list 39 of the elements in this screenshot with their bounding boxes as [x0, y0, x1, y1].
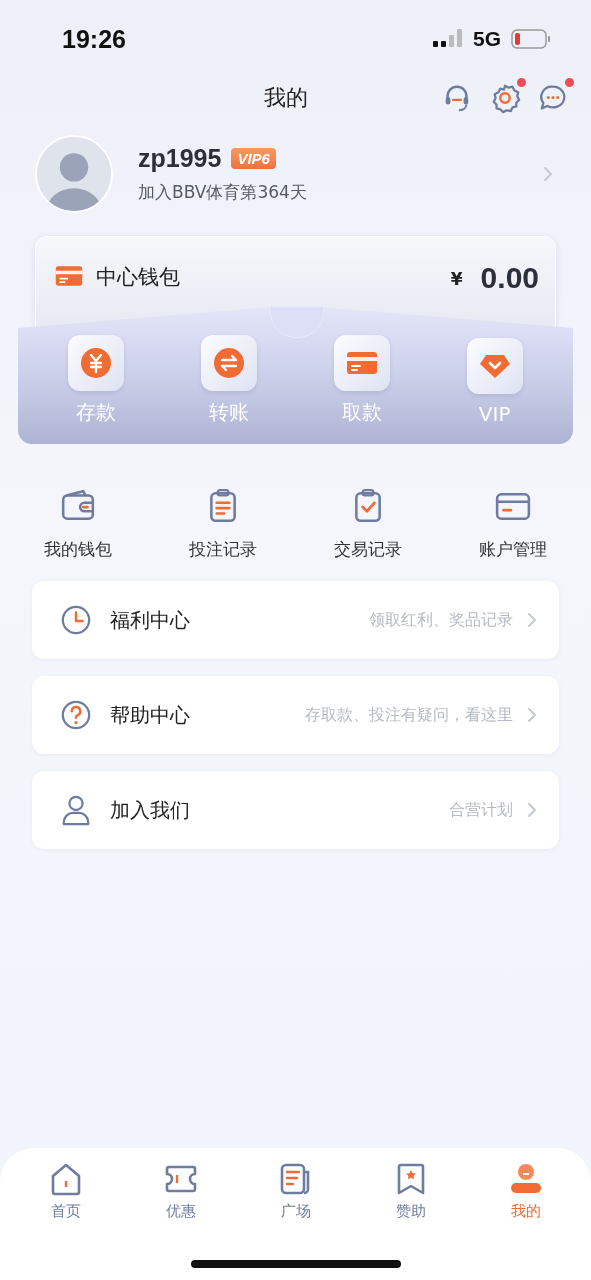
- arrows-icon: [212, 346, 247, 380]
- chevron-icon: [527, 802, 537, 818]
- tab[interactable]: 广场: [238, 1162, 353, 1221]
- wallet-balance: 0.00: [480, 261, 539, 295]
- question-icon: [60, 699, 92, 731]
- menu-label: 加入我们: [110, 796, 191, 824]
- chevron-icon: [527, 707, 537, 723]
- menu-label: 帮助中心: [110, 701, 191, 729]
- chevron-icon: [543, 166, 553, 182]
- menu-row[interactable]: 加入我们 合营计划: [32, 771, 559, 849]
- shortcut-item[interactable]: 投注记录: [150, 488, 296, 561]
- chevron-icon: [527, 612, 537, 628]
- signal-icon: [433, 29, 463, 49]
- menu-row[interactable]: 帮助中心 存取款、投注有疑问，看这里: [32, 676, 559, 754]
- member-days: 加入BBV体育第364天: [138, 181, 543, 204]
- clock-icon: [60, 604, 92, 636]
- vip-badge: VIP6: [231, 148, 276, 169]
- yen-icon: [79, 346, 114, 380]
- person-icon: [508, 1162, 543, 1196]
- tab[interactable]: 赞助: [353, 1162, 468, 1221]
- network-label: 5G: [473, 27, 501, 51]
- tab[interactable]: 我的: [468, 1162, 583, 1221]
- menu-hint: 合营计划: [449, 799, 513, 821]
- menu-hint: 存取款、投注有疑问，看这里: [305, 704, 513, 726]
- clock-time: 19:26: [62, 24, 127, 54]
- battery-icon: [511, 29, 551, 49]
- menu-hint: 领取红利、奖品记录: [369, 609, 513, 631]
- wallet-title: 中心钱包: [96, 264, 181, 291]
- tab[interactable]: 优惠: [123, 1162, 238, 1221]
- menu-row[interactable]: 福利中心 领取红利、奖品记录: [32, 581, 559, 659]
- person-icon: [60, 794, 92, 826]
- shortcut-item[interactable]: 交易记录: [295, 488, 441, 561]
- menu-label: 福利中心: [110, 606, 191, 634]
- username: zp1995: [138, 144, 222, 173]
- tab[interactable]: 首页: [8, 1162, 123, 1221]
- shortcut-item[interactable]: 账户管理: [440, 488, 586, 561]
- currency-symbol: ¥: [450, 268, 463, 291]
- shortcut-item[interactable]: 我的钱包: [5, 488, 151, 561]
- page-title: 我的: [263, 84, 308, 112]
